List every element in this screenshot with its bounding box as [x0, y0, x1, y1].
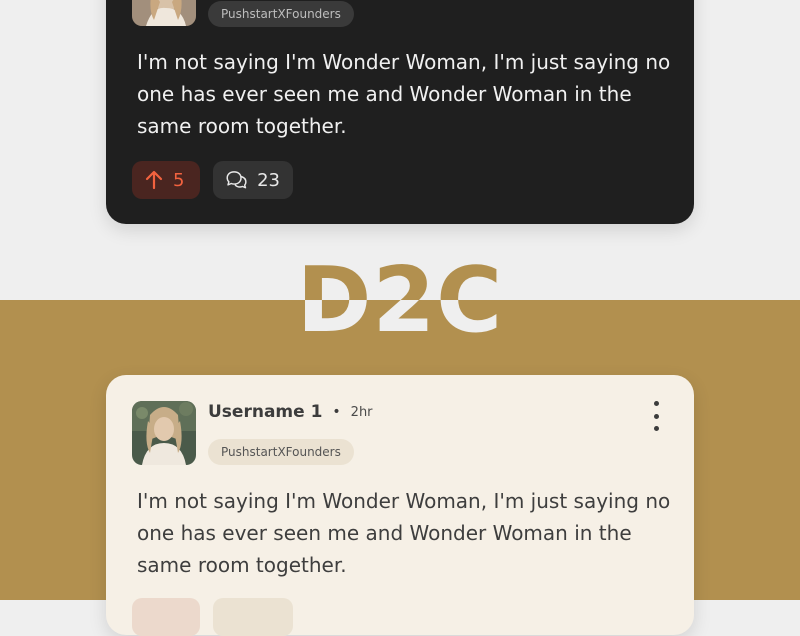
upvote-button[interactable]: 5 — [132, 161, 200, 199]
post-body: I'm not saying I'm Wonder Woman, I'm jus… — [137, 489, 671, 577]
post-time: 2hr — [350, 404, 373, 420]
comments-button[interactable]: 23 — [213, 161, 293, 199]
upvote-count: 5 — [173, 169, 185, 191]
community-tag[interactable]: PushstartXFounders — [208, 1, 354, 27]
menu-dot — [653, 413, 659, 419]
post-meta: Username 1 • 2hr — [208, 402, 373, 422]
kebab-menu-icon[interactable] — [650, 401, 662, 431]
dark-post-card[interactable]: PushstartXFounders I'm not saying I'm Wo… — [106, 0, 694, 224]
post-body: I'm not saying I'm Wonder Woman, I'm jus… — [137, 50, 671, 138]
avatar-photo — [132, 0, 196, 26]
community-tag[interactable]: PushstartXFounders — [208, 439, 354, 465]
comments-button[interactable] — [213, 598, 293, 636]
avatar-photo — [132, 401, 196, 465]
light-post-card[interactable]: Username 1 • 2hr PushstartXFounders I'm … — [106, 375, 694, 636]
arrow-up-icon — [145, 170, 163, 190]
menu-dot — [653, 401, 659, 406]
username[interactable]: Username 1 — [208, 402, 322, 422]
avatar[interactable] — [132, 0, 196, 26]
page-heading: D2C — [0, 246, 800, 356]
avatar[interactable] — [132, 401, 196, 465]
upvote-button[interactable] — [132, 598, 200, 636]
comment-count: 23 — [257, 169, 280, 191]
speech-bubbles-icon — [226, 171, 247, 189]
meta-separator: • — [332, 404, 341, 420]
menu-dot — [653, 426, 659, 431]
